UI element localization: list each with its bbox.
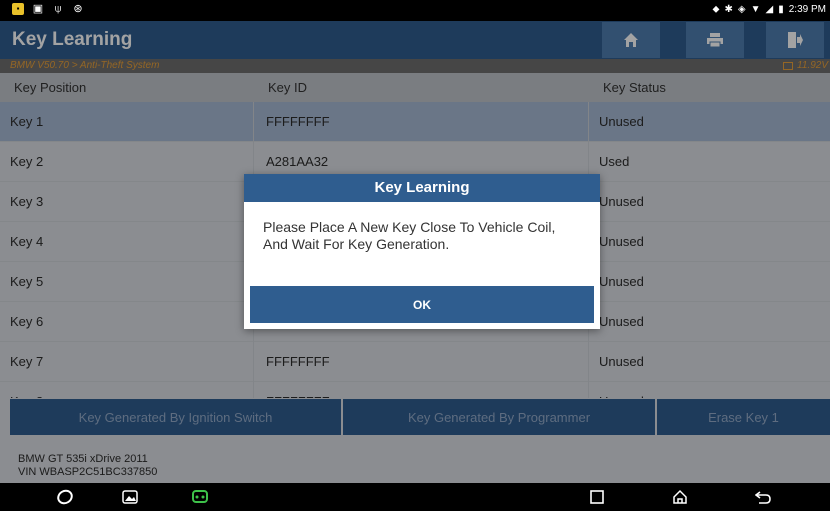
back-icon[interactable] bbox=[753, 488, 773, 506]
gallery-icon[interactable] bbox=[120, 488, 140, 506]
usb-icon: ⍦ bbox=[54, 3, 62, 15]
image-notification-icon: ▣ bbox=[32, 3, 44, 15]
vehicle-connector-icon[interactable] bbox=[190, 488, 210, 506]
clock: 2:39 PM bbox=[788, 4, 826, 15]
location-icon: ⬥ bbox=[712, 4, 720, 15]
app-notification-icon: ▪ bbox=[12, 3, 24, 15]
wifi-icon: ▼ bbox=[750, 4, 761, 15]
browser-icon[interactable] bbox=[55, 488, 75, 506]
home-nav-icon[interactable] bbox=[670, 488, 690, 506]
sync-icon: ⊛ bbox=[73, 3, 83, 15]
dialog-message: Please Place A New Key Close To Vehicle … bbox=[263, 219, 556, 252]
recent-apps-icon[interactable] bbox=[587, 488, 607, 506]
ok-button[interactable]: OK bbox=[250, 286, 594, 323]
vibrate-icon: ◈ bbox=[737, 4, 746, 15]
navigation-bar bbox=[0, 483, 830, 511]
battery-icon: ▮ bbox=[778, 4, 784, 15]
key-learning-dialog: Key Learning Please Place A New Key Clos… bbox=[244, 174, 600, 329]
status-bar: ▪ ▣ ⍦ ⊛ ⬥ ✱ ◈ ▼ ◢ ▮ 2:39 PM bbox=[0, 0, 830, 21]
dialog-title: Key Learning bbox=[244, 174, 600, 202]
signal-icon: ◢ bbox=[765, 4, 774, 15]
bluetooth-icon: ✱ bbox=[724, 4, 733, 15]
